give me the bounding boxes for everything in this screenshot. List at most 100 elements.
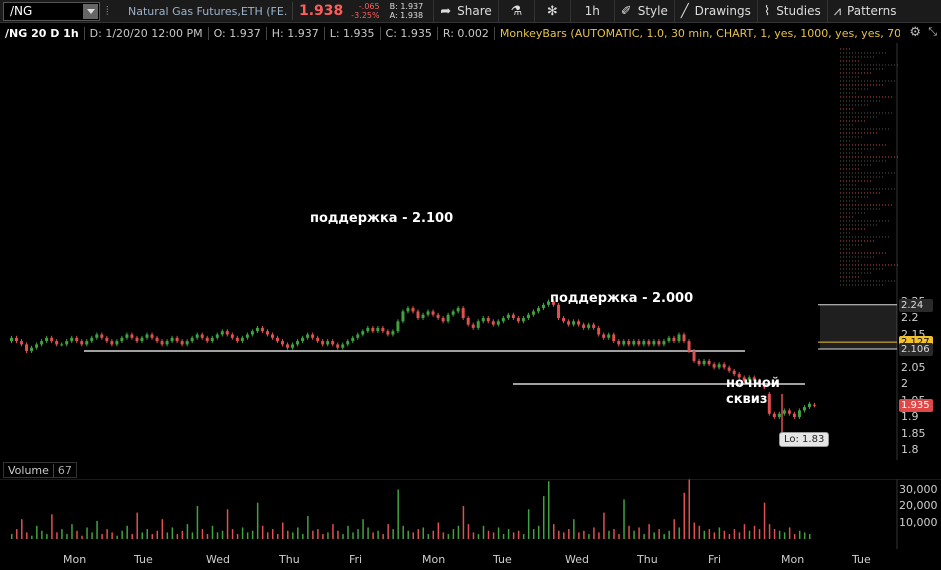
volume-tick-label: 10,000 <box>899 515 938 529</box>
volume-bar <box>76 530 78 539</box>
settings-button[interactable]: ✻ <box>533 0 570 22</box>
candle-body <box>456 308 460 312</box>
collapse-icon[interactable]: ⤡ <box>928 25 937 39</box>
volume-bar <box>26 532 28 539</box>
volume-bar <box>347 525 349 539</box>
volume-bar <box>101 534 103 539</box>
volume-bar <box>201 529 204 539</box>
price-tag: 2.106 <box>899 343 933 357</box>
share-icon: ➦ <box>440 3 452 19</box>
study-label[interactable]: MonkeyBars (AUTOMATIC, 1.0, 30 min, CHAR… <box>495 27 900 40</box>
volume-bar <box>297 527 299 539</box>
volume-bar <box>768 524 771 539</box>
candle-body <box>461 308 465 318</box>
candle-body <box>255 327 259 332</box>
candle-body <box>10 337 13 342</box>
candle-body <box>260 327 264 332</box>
volume-bar <box>71 524 73 539</box>
interval-label: 1h <box>584 4 600 18</box>
volume-bar <box>146 529 149 539</box>
candle-body <box>506 314 510 318</box>
link-icon[interactable]: ⦙ <box>106 4 120 19</box>
volume-bar <box>658 529 660 539</box>
candle-body <box>55 341 59 345</box>
candle-body <box>441 318 445 322</box>
share-label: Share <box>457 4 492 18</box>
price-tag: 2.24 <box>899 298 933 312</box>
volume-bar <box>362 519 364 539</box>
patterns-button[interactable]: ⩘ Patterns <box>826 0 903 22</box>
gear-icon: ✻ <box>546 3 558 19</box>
volume-bar <box>437 522 440 539</box>
candle-body <box>366 327 370 332</box>
volume-bar <box>241 527 244 539</box>
volume-bar <box>156 530 159 539</box>
candle-body <box>702 360 706 365</box>
volume-bar <box>718 527 721 539</box>
divider <box>292 2 293 20</box>
price-chart[interactable] <box>0 43 941 460</box>
candle-body <box>321 341 325 345</box>
candle-body <box>175 337 179 342</box>
volume-bar <box>56 532 58 539</box>
bar-open: O: 1.937 <box>209 26 267 40</box>
flask-button[interactable]: ⚗ <box>497 0 534 22</box>
symbol-dropdown-button[interactable] <box>83 3 98 19</box>
candle-body <box>296 341 300 345</box>
candle-body <box>120 337 124 342</box>
volume-bar <box>191 532 194 539</box>
price-tag: 1.935 <box>899 399 933 413</box>
time-tick-label: Mon <box>781 553 805 566</box>
volume-bar <box>432 530 435 539</box>
candle-body <box>516 318 520 322</box>
patterns-label: Patterns <box>847 4 897 18</box>
volume-bar <box>166 532 169 539</box>
candle-body <box>587 324 591 328</box>
candle-body <box>562 318 566 322</box>
volume-bar <box>337 530 339 539</box>
volume-bar <box>392 529 394 539</box>
volume-bar <box>482 525 485 539</box>
studies-button[interactable]: ⌇ Studies <box>756 0 827 22</box>
volume-bar <box>527 509 530 539</box>
candle-body <box>356 334 360 338</box>
volume-bar <box>111 532 113 539</box>
chart-settings-icon[interactable]: ⚙ <box>909 25 921 40</box>
style-button[interactable]: ✐ Style <box>613 0 674 22</box>
candle-body <box>667 337 671 342</box>
volume-bar <box>131 534 133 539</box>
drawings-button[interactable]: ╱ Drawings <box>673 0 757 22</box>
volume-bar <box>788 527 791 539</box>
candle-body <box>150 334 154 338</box>
volume-bar <box>181 530 184 539</box>
volume-bar <box>638 527 640 539</box>
candle-body <box>286 344 290 348</box>
candle-body <box>627 341 631 345</box>
candle-body <box>95 334 99 338</box>
candle-body <box>792 413 796 417</box>
volume-bar <box>41 530 43 539</box>
candle <box>767 391 771 416</box>
volume-chart <box>0 479 941 549</box>
volume-bar <box>668 530 670 539</box>
volume-bar <box>397 489 399 539</box>
volume-bar <box>517 530 520 539</box>
candle-body <box>50 337 54 342</box>
volume-bar <box>643 534 645 539</box>
volume-bar <box>422 527 425 539</box>
candle-body <box>602 334 606 338</box>
candle-body <box>521 318 525 322</box>
candle <box>692 349 696 363</box>
candle-body <box>185 341 189 345</box>
symbol-input[interactable]: /NG <box>3 1 100 21</box>
candle-body <box>662 341 666 345</box>
candle-body <box>712 364 716 368</box>
candle-body <box>190 337 194 342</box>
candle-body <box>511 314 515 318</box>
share-button[interactable]: ➦ Share <box>433 0 498 22</box>
chart-symbol: /NG 20 D 1h <box>0 26 85 40</box>
candle-body <box>697 360 701 365</box>
interval-selector[interactable]: 1h <box>569 0 614 22</box>
volume-bar <box>276 534 279 539</box>
volume-bar <box>583 530 585 539</box>
